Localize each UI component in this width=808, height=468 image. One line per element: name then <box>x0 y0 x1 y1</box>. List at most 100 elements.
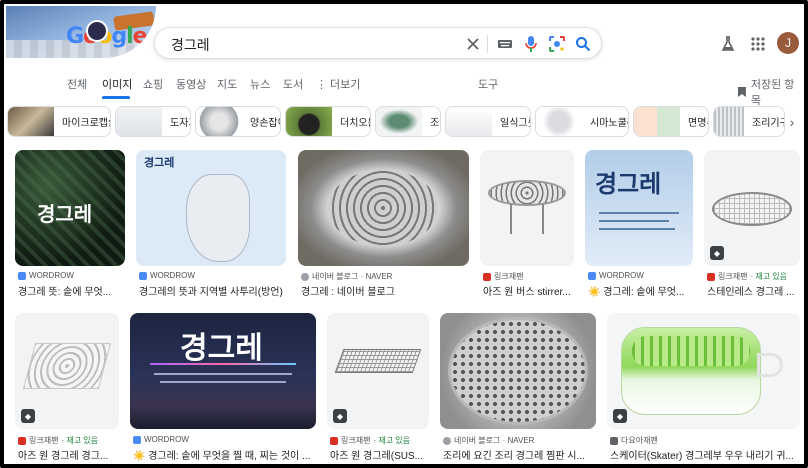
result-thumbnail[interactable] <box>440 313 596 429</box>
text-line <box>599 228 675 230</box>
grate-insert <box>632 336 750 366</box>
perforated-plate-image <box>448 317 588 425</box>
image-result[interactable]: 네이버 블로그 · NAVER 경그레 : 네이버 블로그 <box>298 150 469 298</box>
result-title[interactable]: 스테인레스 경그레 ... <box>707 283 801 298</box>
image-result[interactable]: 링크재팬 아즈 원 버스 stirrer... <box>480 150 574 298</box>
chip-label: 시마노쿨러 <box>590 118 628 129</box>
result-title[interactable]: 아즈 원 버스 stirrer... <box>483 283 575 298</box>
chip-label: 일식그릇 <box>500 118 530 129</box>
lens-icon[interactable] <box>547 34 567 54</box>
source-name: WORDROW <box>150 271 195 280</box>
tab-tools[interactable]: 도구 <box>478 76 498 92</box>
source-name: WORDROW <box>29 271 74 280</box>
image-result[interactable]: 경그레 WORDROW 경그레의 뜻과 지역별 사투리(방언) <box>136 150 286 298</box>
result-source[interactable]: WORDROW <box>133 435 189 444</box>
result-source[interactable]: 네이버 블로그 · NAVER <box>301 271 392 282</box>
tab-videos[interactable]: 동영상 <box>176 76 206 92</box>
result-source[interactable]: 링크재팬 · 재고 있음 <box>330 435 410 446</box>
tab-all[interactable]: 전체 <box>67 76 87 92</box>
chip-japanese-bowl[interactable]: 일식그릇 <box>445 106 531 137</box>
result-source[interactable]: 링크재팬 · 재고 있음 <box>18 435 98 446</box>
keyboard-icon[interactable] <box>495 34 515 54</box>
result-source[interactable]: 네이버 블로그 · NAVER <box>443 435 534 446</box>
stock-status: · 재고 있음 <box>750 272 788 281</box>
avatar[interactable]: J <box>777 32 799 54</box>
chip-dutch-oven[interactable]: 더치오븐 <box>285 106 371 137</box>
mic-icon[interactable] <box>521 34 541 54</box>
result-thumbnail[interactable]: ◆ <box>704 150 800 266</box>
tab-shopping[interactable]: 쇼핑 <box>143 76 163 92</box>
chip-pottery[interactable]: 도자기 <box>115 106 191 137</box>
image-result[interactable]: 경그레 WORDROW ☀️ 경그레: 솥에 무엇을 찔 때, 찌는 것이 ..… <box>130 313 317 462</box>
result-thumbnail[interactable] <box>298 150 469 266</box>
close-icon[interactable] <box>463 34 483 54</box>
result-source[interactable]: 다요아재팬 <box>610 435 658 446</box>
source-name: 링크재팬 <box>718 272 748 281</box>
chip-microcapsule[interactable]: 마이크로캡슐 <box>7 106 111 137</box>
chip-shimano-cooler[interactable]: 시마노쿨러 <box>535 106 629 137</box>
favicon-icon <box>139 271 147 280</box>
saved-items-link[interactable]: 저장된 항목 <box>737 76 804 108</box>
image-result[interactable]: ◆ 다요아재팬 스케이터(Skater) 경그레부 우우 내리기 귀... <box>607 313 800 462</box>
tab-images[interactable]: 이미지 <box>102 76 132 92</box>
tab-books[interactable]: 도서 <box>283 76 303 92</box>
flask-icon[interactable] <box>718 34 738 54</box>
result-thumbnail[interactable]: ◆ <box>327 313 429 429</box>
result-title[interactable]: 경그레 뜻: 솥에 무엇... <box>18 283 126 298</box>
result-source[interactable]: 링크재팬 · 재고 있음 <box>707 271 787 282</box>
result-thumbnail[interactable]: 경그레 <box>136 150 286 266</box>
image-result[interactable]: 경그레 WORDROW 경그레 뜻: 솥에 무엇... <box>15 150 125 298</box>
result-thumbnail[interactable]: ◆ <box>607 313 800 429</box>
chip-label: 면명주 <box>688 118 708 129</box>
search-bar[interactable]: 경그레 <box>154 27 602 59</box>
chip-cotton-silk[interactable]: 면명주 <box>633 106 709 137</box>
shopping-tag-icon: ◆ <box>710 246 724 260</box>
image-result[interactable]: ◆ 링크재팬 · 재고 있음 스테인레스 경그레 ... <box>704 150 800 298</box>
apps-grid-icon[interactable] <box>748 34 768 54</box>
result-title[interactable]: 경그레의 뜻과 지역별 사투리(방언) <box>139 283 287 298</box>
result-title[interactable]: ☀️ 경그레: 솥에 무엇을 찔 때, 찌는 것이 ... <box>133 447 317 462</box>
result-title[interactable]: 스케이터(Skater) 경그레부 우우 내리기 귀... <box>610 447 796 462</box>
result-title[interactable]: 조리에 요긴 조리 경그레 찜판 시... <box>443 447 597 462</box>
result-title[interactable]: 아즈 원 경그레 경그... <box>18 447 120 462</box>
text-line <box>154 373 292 375</box>
favicon-icon <box>483 272 491 281</box>
tab-maps[interactable]: 지도 <box>217 76 237 92</box>
tab-news[interactable]: 뉴스 <box>250 76 270 92</box>
chevron-right-icon[interactable]: › <box>784 113 800 131</box>
result-thumbnail[interactable]: 경그레 <box>15 150 125 266</box>
search-input[interactable]: 경그레 <box>171 35 210 55</box>
saved-items-label: 저장된 항목 <box>750 79 795 107</box>
thumbnail-caption: 경그레 <box>144 156 175 169</box>
search-icon[interactable] <box>573 34 593 54</box>
result-title[interactable]: 경그레 : 네이버 블로그 <box>301 283 469 298</box>
chip-cooking[interactable]: 조리 <box>375 106 441 137</box>
text-line <box>160 381 286 383</box>
google-doodle-logo[interactable]: Google <box>6 6 156 58</box>
result-thumbnail[interactable]: 경그레 <box>585 150 693 266</box>
result-thumbnail[interactable]: ◆ <box>15 313 119 429</box>
image-result[interactable]: ◆ 링크재팬 · 재고 있음 아즈 원 경그레 경그... <box>15 313 120 462</box>
result-source[interactable]: 링크재팬 <box>483 271 523 282</box>
result-source[interactable]: WORDROW <box>139 271 195 280</box>
image-result[interactable]: ◆ 링크재팬 · 재고 있음 아즈 원 경그레(SUS... <box>327 313 430 462</box>
chip-label: 조리기구 <box>752 118 784 129</box>
korea-map-shape <box>186 174 250 262</box>
source-name: 링크재팬 <box>341 436 371 445</box>
source-name: 네이버 블로그 · NAVER <box>454 436 535 445</box>
result-thumbnail[interactable] <box>480 150 574 266</box>
image-result[interactable]: 경그레 WORDROW ☀️ 경그레: 솥에 무엇... <box>585 150 693 298</box>
result-source[interactable]: WORDROW <box>588 271 644 280</box>
favicon-icon <box>707 272 715 281</box>
result-title[interactable]: 아즈 원 경그레(SUS... <box>330 447 430 462</box>
result-thumbnail[interactable]: 경그레 <box>130 313 316 429</box>
chip-cookware[interactable]: 조리기구 <box>713 106 785 137</box>
shopping-tag-icon: ◆ <box>21 409 35 423</box>
glow-line <box>150 363 296 365</box>
result-source[interactable]: WORDROW <box>18 271 74 280</box>
tab-more[interactable]: ⋮ 더보기 <box>316 76 360 92</box>
chip-ambidextrous[interactable]: 양손잡이 <box>195 106 281 137</box>
image-result[interactable]: 네이버 블로그 · NAVER 조리에 요긴 조리 경그레 찜판 시... <box>440 313 597 462</box>
chip-thumbnail <box>116 107 162 136</box>
result-title[interactable]: ☀️ 경그레: 솥에 무엇... <box>588 283 694 298</box>
